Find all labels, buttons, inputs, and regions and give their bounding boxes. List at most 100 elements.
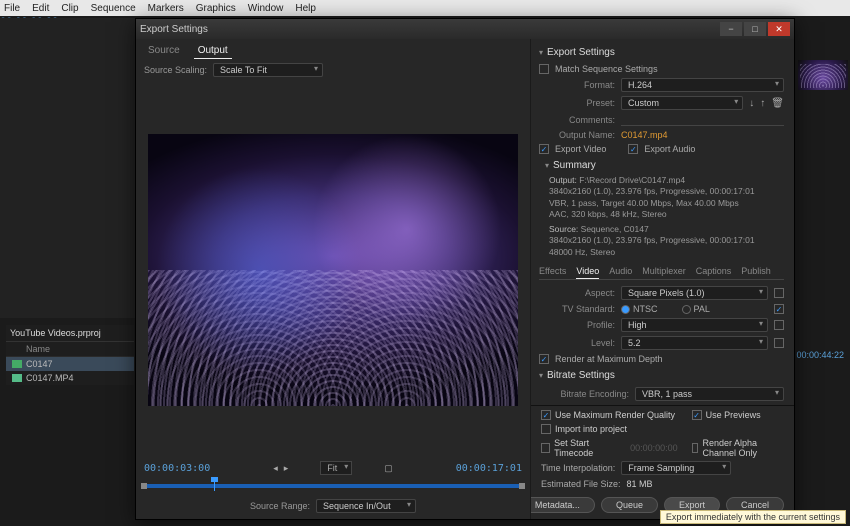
- level-lock-checkbox[interactable]: [774, 338, 784, 348]
- menu-help[interactable]: Help: [295, 3, 316, 14]
- project-panel: YouTube Videos.prproj Name C0147 C0147.MP…: [6, 325, 134, 385]
- aspect-select[interactable]: Square Pixels (1.0): [621, 286, 768, 300]
- output-name-link[interactable]: C0147.mp4: [621, 130, 668, 140]
- render-alpha-label: Render Alpha Channel Only: [702, 438, 770, 458]
- output-name-label: Output Name:: [539, 130, 615, 140]
- export-video-label: Export Video: [555, 144, 606, 154]
- import-preset-icon[interactable]: ↑: [760, 98, 765, 109]
- pal-radio[interactable]: [682, 305, 691, 314]
- bg-program-thumb: [798, 60, 848, 90]
- use-previews-checkbox[interactable]: [692, 410, 702, 420]
- source-range-select[interactable]: Sequence In/Out: [316, 499, 416, 513]
- render-max-depth-label: Render at Maximum Depth: [555, 354, 663, 364]
- clip-icon: [12, 360, 22, 368]
- app-menubar[interactable]: File Edit Clip Sequence Markers Graphics Windo…: [0, 0, 850, 16]
- preset-select[interactable]: Custom: [621, 96, 743, 110]
- project-tab[interactable]: YouTube Videos.prproj: [10, 328, 101, 338]
- est-size-value: 81 MB: [627, 479, 653, 489]
- delete-preset-icon[interactable]: 🗑: [771, 98, 784, 109]
- menu-file[interactable]: File: [4, 3, 20, 14]
- menu-window[interactable]: Window: [248, 3, 284, 14]
- export-tooltip: Export immediately with the current sett…: [660, 510, 846, 524]
- summary-heading[interactable]: Summary: [545, 156, 784, 175]
- project-item-label: C0147.MP4: [26, 373, 74, 383]
- import-project-label: Import into project: [555, 424, 627, 434]
- source-scaling-select[interactable]: Scale To Fit: [213, 63, 323, 77]
- dialog-titlebar[interactable]: Export Settings − □ ✕: [136, 19, 794, 39]
- project-item-label: C0147: [26, 359, 53, 369]
- subtab-audio[interactable]: Audio: [609, 264, 632, 279]
- bg-source-panel: [0, 18, 135, 318]
- import-project-checkbox[interactable]: [541, 424, 551, 434]
- source-range-label: Source Range:: [250, 501, 310, 511]
- ntsc-label: NTSC: [633, 304, 658, 314]
- bitrate-encoding-label: Bitrate Encoding:: [539, 389, 629, 399]
- profile-label: Profile:: [539, 320, 615, 330]
- render-alpha-checkbox[interactable]: [692, 443, 699, 453]
- metadata-button[interactable]: Metadata...: [531, 497, 595, 513]
- dialog-footer: Use Maximum Render Quality Use Previews …: [531, 405, 794, 519]
- profile-lock-checkbox[interactable]: [774, 320, 784, 330]
- menu-graphics[interactable]: Graphics: [196, 3, 236, 14]
- preview-monitor: [148, 134, 518, 406]
- out-handle[interactable]: [519, 483, 525, 489]
- step-back-button[interactable]: ◂: [273, 463, 278, 474]
- out-timecode[interactable]: 00:00:17:01: [456, 463, 522, 474]
- project-col-name: Name: [26, 344, 50, 354]
- level-select[interactable]: 5.2: [621, 336, 768, 350]
- subtab-publish[interactable]: Publish: [741, 264, 771, 279]
- bitrate-encoding-select[interactable]: VBR, 1 pass: [635, 387, 784, 401]
- time-interp-label: Time Interpolation:: [541, 463, 615, 473]
- project-item[interactable]: C0147: [6, 357, 134, 371]
- in-timecode[interactable]: 00:00:03:00: [144, 463, 210, 474]
- queue-button[interactable]: Queue: [601, 497, 658, 513]
- profile-select[interactable]: High: [621, 318, 768, 332]
- maximize-button[interactable]: □: [744, 22, 766, 36]
- aspect-lock-checkbox[interactable]: [774, 288, 784, 298]
- range-slider[interactable]: [144, 479, 522, 493]
- dialog-title: Export Settings: [140, 24, 208, 35]
- render-max-depth-checkbox[interactable]: [539, 354, 549, 364]
- export-audio-checkbox[interactable]: [628, 144, 638, 154]
- subtab-effects[interactable]: Effects: [539, 264, 566, 279]
- pal-label: PAL: [694, 304, 710, 314]
- export-video-checkbox[interactable]: [539, 144, 549, 154]
- level-label: Level:: [539, 338, 615, 348]
- source-scaling-label: Source Scaling:: [144, 65, 207, 75]
- project-item[interactable]: C0147.MP4: [6, 371, 134, 385]
- subtab-captions[interactable]: Captions: [696, 264, 732, 279]
- tab-source[interactable]: Source: [144, 43, 184, 59]
- step-forward-button[interactable]: ▸: [284, 463, 289, 474]
- menu-clip[interactable]: Clip: [61, 3, 78, 14]
- zoom-fit-select[interactable]: Fit: [320, 461, 352, 475]
- export-settings-heading[interactable]: Export Settings: [539, 43, 784, 62]
- transport-bar: 00:00:03:00 ◂ ▸ Fit ▢ 00:00:17:01: [136, 459, 530, 519]
- bitrate-heading[interactable]: Bitrate Settings: [539, 366, 784, 385]
- use-previews-label: Use Previews: [706, 410, 761, 420]
- tab-output[interactable]: Output: [194, 43, 232, 59]
- minimize-button[interactable]: −: [720, 22, 742, 36]
- comments-input[interactable]: [621, 114, 784, 126]
- export-settings-dialog: Export Settings − □ ✕ Source Output Sour…: [135, 18, 795, 520]
- set-start-tc-checkbox[interactable]: [541, 443, 550, 453]
- in-handle[interactable]: [141, 483, 147, 489]
- menu-edit[interactable]: Edit: [32, 3, 49, 14]
- match-sequence-label: Match Sequence Settings: [555, 64, 658, 74]
- time-interp-select[interactable]: Frame Sampling: [621, 461, 731, 475]
- menu-sequence[interactable]: Sequence: [91, 3, 136, 14]
- comments-label: Comments:: [539, 115, 615, 125]
- tv-lock-checkbox[interactable]: [774, 304, 784, 314]
- close-button[interactable]: ✕: [768, 22, 790, 36]
- playhead[interactable]: [214, 481, 215, 491]
- subtab-multiplexer[interactable]: Multiplexer: [642, 264, 686, 279]
- preview-image: [148, 134, 518, 406]
- save-preset-icon[interactable]: ↓: [749, 98, 754, 109]
- ntsc-radio[interactable]: [621, 305, 630, 314]
- menu-markers[interactable]: Markers: [148, 3, 184, 14]
- subtab-video[interactable]: Video: [576, 264, 599, 279]
- clip-icon: [12, 374, 22, 382]
- format-select[interactable]: H.264: [621, 78, 784, 92]
- max-render-quality-checkbox[interactable]: [541, 410, 551, 420]
- match-sequence-checkbox[interactable]: [539, 64, 549, 74]
- aspect-correct-button[interactable]: ▢: [384, 463, 393, 474]
